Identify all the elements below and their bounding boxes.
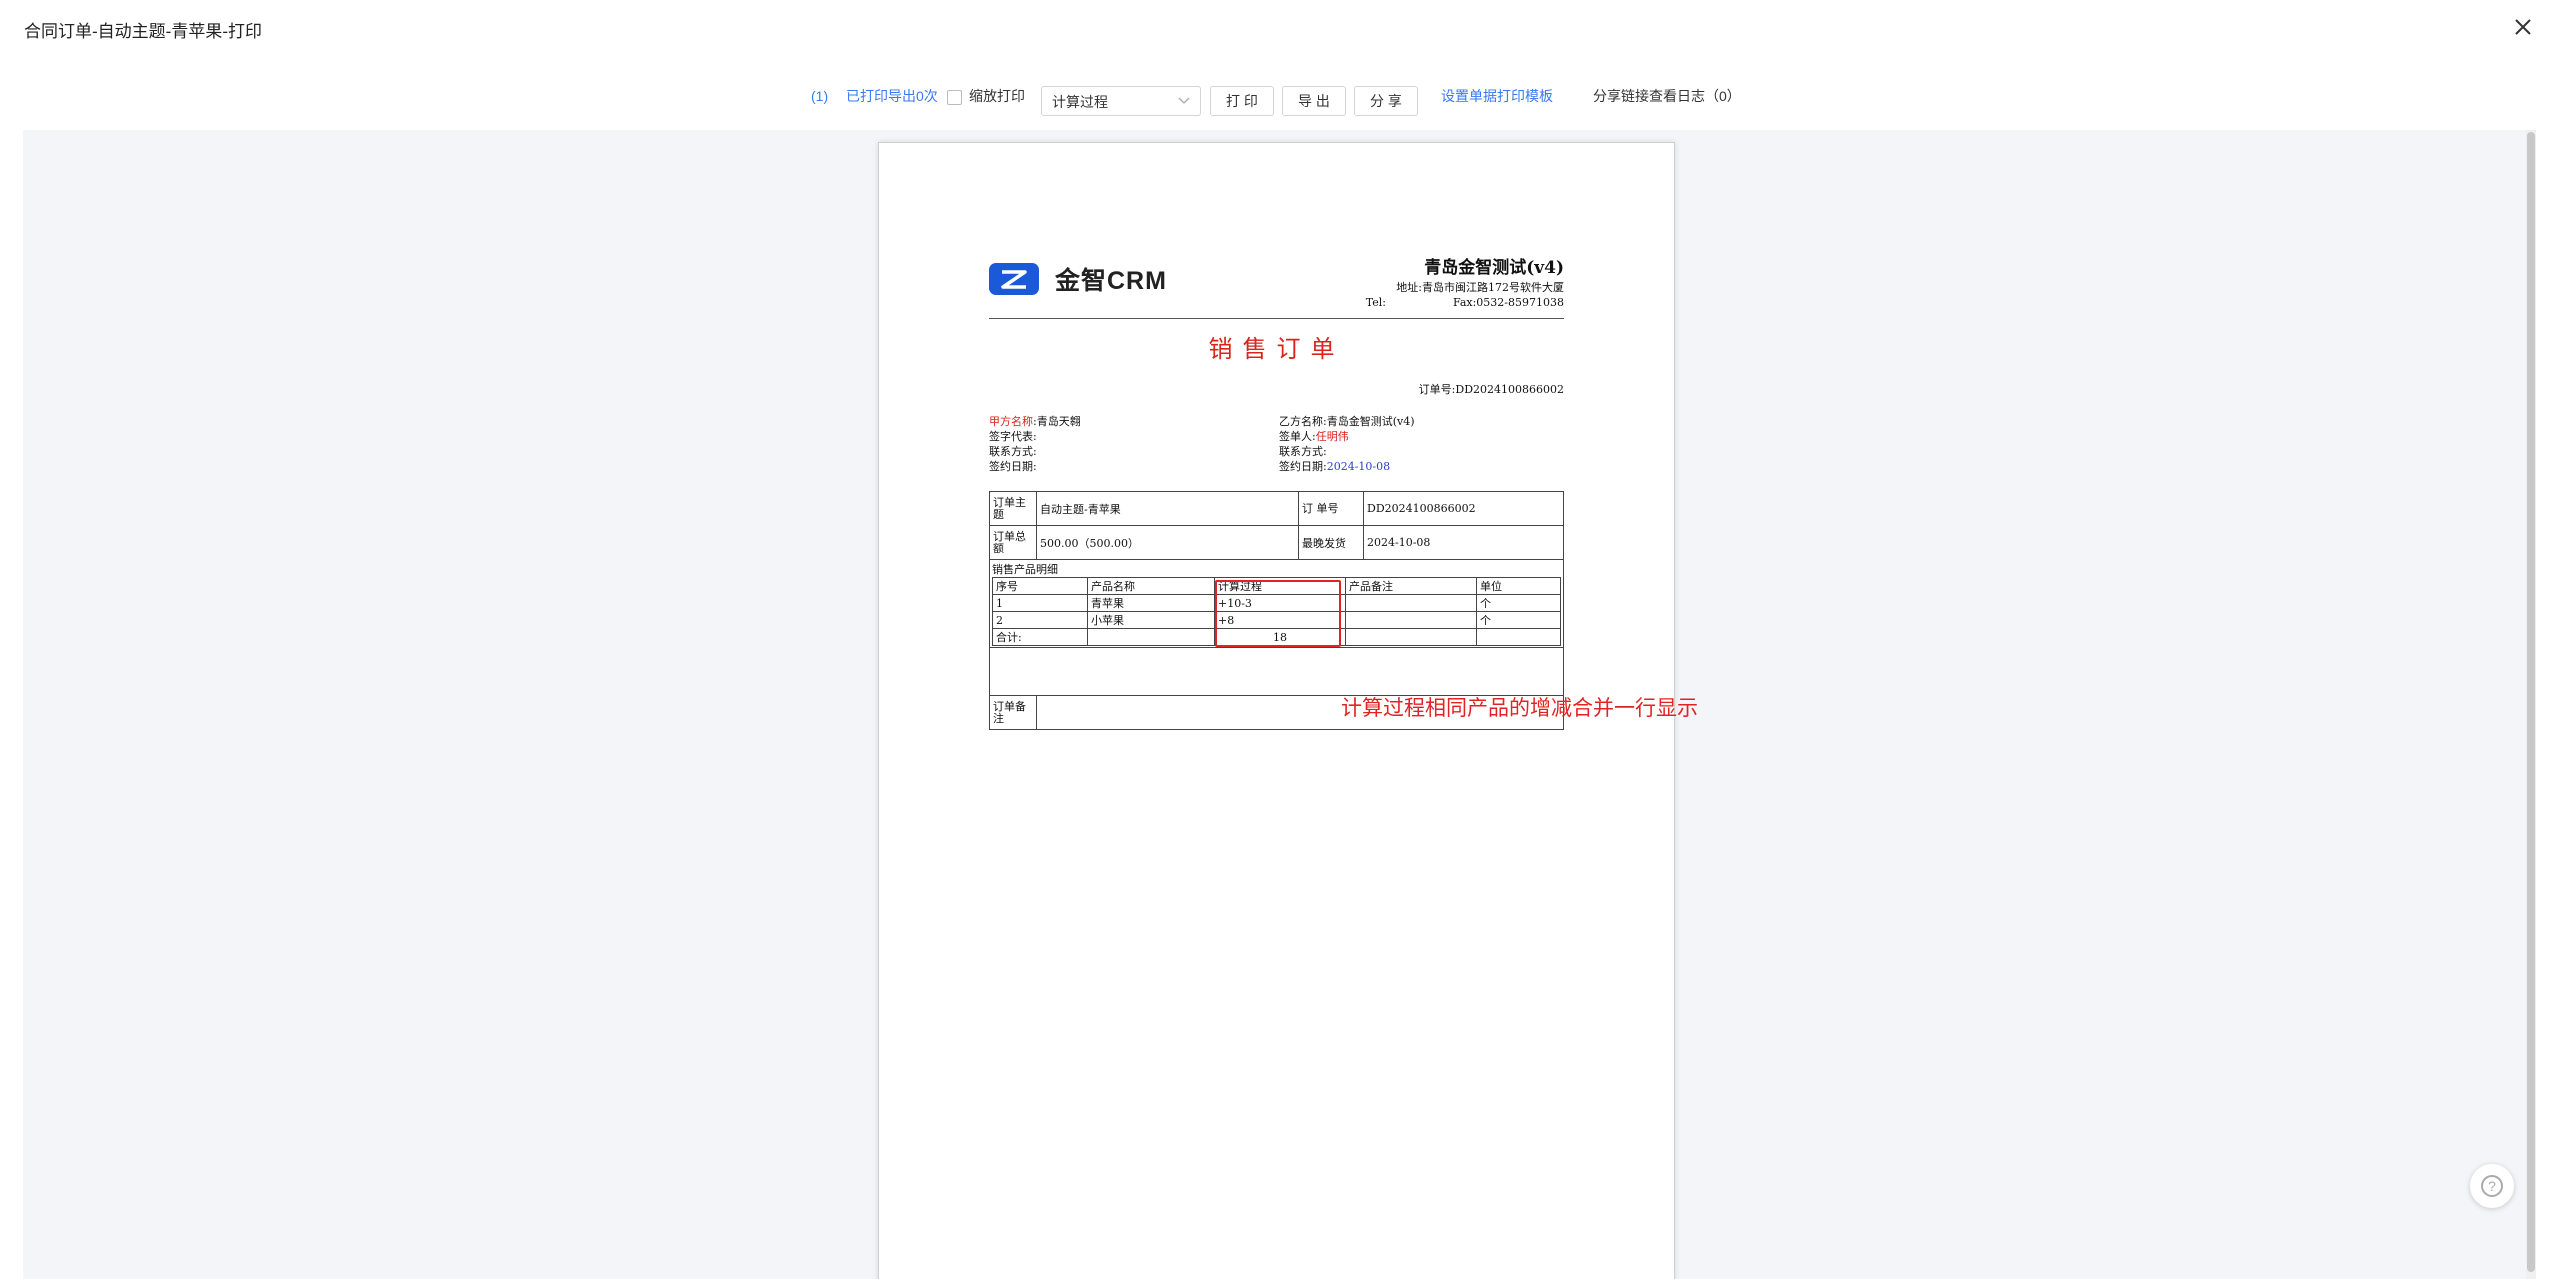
company-block: 青岛金智测试(v4) 地址:青岛市闽江路172号软件大厦 Tel: Fax:05… bbox=[1366, 253, 1564, 309]
blank-row bbox=[989, 647, 1564, 696]
order-number: 订单号:DD2024100866002 bbox=[1418, 383, 1564, 396]
row-product: 小苹果 bbox=[1087, 611, 1215, 629]
template-select[interactable]: 计算过程 bbox=[1041, 86, 1201, 116]
share-button[interactable]: 分 享 bbox=[1354, 86, 1418, 116]
export-button[interactable]: 导 出 bbox=[1282, 86, 1346, 116]
logo-icon bbox=[989, 263, 1039, 295]
question-icon: ? bbox=[2481, 1175, 2503, 1197]
subject-label: 订单主题 bbox=[989, 491, 1037, 526]
party-b-signer-label: 签单人: bbox=[1279, 430, 1316, 443]
close-icon[interactable] bbox=[2512, 16, 2534, 38]
party-a-name-label: 甲方名称 bbox=[989, 415, 1033, 428]
party-a-name: 青岛天翱 bbox=[1036, 415, 1081, 428]
delivery-label: 最晚发货 bbox=[1298, 525, 1364, 560]
header-divider bbox=[989, 318, 1564, 319]
share-log-link[interactable]: 分享链接查看日志（0） bbox=[1593, 86, 1741, 106]
row-remark bbox=[1345, 611, 1477, 629]
subject-value: 自动主题-青苹果 bbox=[1036, 491, 1299, 526]
print-template-link[interactable]: 设置单据打印模板 bbox=[1441, 86, 1553, 106]
zoom-print-label[interactable]: 缩放打印 bbox=[969, 86, 1025, 106]
row-unit: 个 bbox=[1476, 611, 1561, 629]
dialog-title: 合同订单-自动主题-青苹果-打印 bbox=[24, 22, 262, 41]
row-product: 青苹果 bbox=[1087, 594, 1215, 612]
vertical-scrollbar[interactable] bbox=[2526, 130, 2536, 1279]
scrollbar-thumb[interactable] bbox=[2527, 132, 2535, 1272]
fax-value: Fax:0532-85971038 bbox=[1452, 296, 1564, 309]
company-name: 青岛金智测试(v4) bbox=[1424, 258, 1564, 278]
header-remark: 产品备注 bbox=[1345, 577, 1477, 595]
delivery-value: 2024-10-08 bbox=[1363, 525, 1564, 560]
party-a-block: 甲方名称:青岛天翱 签字代表: 联系方式: 签约日期: bbox=[989, 415, 1081, 473]
header-unit: 单位 bbox=[1476, 577, 1561, 595]
total-label: 合计: bbox=[992, 628, 1088, 646]
order-value: DD2024100866002 bbox=[1363, 491, 1564, 526]
party-b-block: 乙方名称:青岛金智测试(v4) 签单人:任明伟 联系方式: 签约日期:2024-… bbox=[1279, 414, 1415, 474]
party-b-contact: 联系方式: bbox=[1279, 445, 1327, 458]
print-count-prefix: (1) bbox=[811, 88, 829, 104]
party-b-name: 青岛金智测试(v4) bbox=[1326, 415, 1415, 428]
row-index: 1 bbox=[992, 594, 1088, 612]
dialog-header: 合同订单-自动主题-青苹果-打印 bbox=[0, 0, 2560, 57]
amount-value: 500.00（500.00） bbox=[1036, 525, 1299, 560]
zoom-print-checkbox[interactable] bbox=[947, 90, 962, 105]
preview-area[interactable]: 金智CRM 青岛金智测试(v4) 地址:青岛市闽江路172号软件大厦 Tel: … bbox=[23, 130, 2536, 1279]
help-button[interactable]: ? bbox=[2470, 1164, 2514, 1208]
print-button[interactable]: 打 印 bbox=[1210, 86, 1274, 116]
header-index: 序号 bbox=[992, 577, 1088, 595]
party-b-name-label: 乙方名称: bbox=[1279, 415, 1327, 428]
party-a-contact: 联系方式: bbox=[989, 445, 1037, 458]
annotation-highlight-box bbox=[1215, 580, 1341, 647]
print-count-link[interactable]: 已打印导出0次 bbox=[846, 86, 938, 106]
party-a-date: 签约日期: bbox=[989, 460, 1037, 473]
template-select-value: 计算过程 bbox=[1052, 94, 1108, 110]
remarks-label: 订单备注 bbox=[989, 695, 1037, 730]
party-b-signer: 任明伟 bbox=[1315, 430, 1349, 443]
amount-label: 订单总额 bbox=[989, 525, 1037, 560]
items-label: 销售产品明细 bbox=[992, 563, 1058, 576]
party-a-rep: 签字代表: bbox=[989, 430, 1037, 443]
print-toolbar: (1) 已打印导出0次 缩放打印 计算过程 打 印 导 出 分 享 设置单据打印… bbox=[0, 56, 2560, 130]
header-product: 产品名称 bbox=[1087, 577, 1215, 595]
tel-label: Tel: bbox=[1365, 296, 1386, 309]
party-b-date: 2024-10-08 bbox=[1326, 460, 1391, 473]
company-contact: Tel: Fax:0532-85971038 bbox=[1366, 296, 1564, 309]
row-remark bbox=[1345, 594, 1477, 612]
party-b-date-label: 签约日期: bbox=[1279, 460, 1327, 473]
row-index: 2 bbox=[992, 611, 1088, 629]
document-title: 销售订单 bbox=[1208, 336, 1345, 363]
company-address: 地址:青岛市闽江路172号软件大厦 bbox=[1396, 281, 1564, 294]
chevron-down-icon bbox=[1178, 97, 1190, 104]
annotation-text: 计算过程相同产品的增减合并一行显示 bbox=[1341, 697, 1698, 720]
logo-text: 金智CRM bbox=[1055, 267, 1167, 295]
order-label: 订 单号 bbox=[1298, 491, 1364, 526]
row-unit: 个 bbox=[1476, 594, 1561, 612]
